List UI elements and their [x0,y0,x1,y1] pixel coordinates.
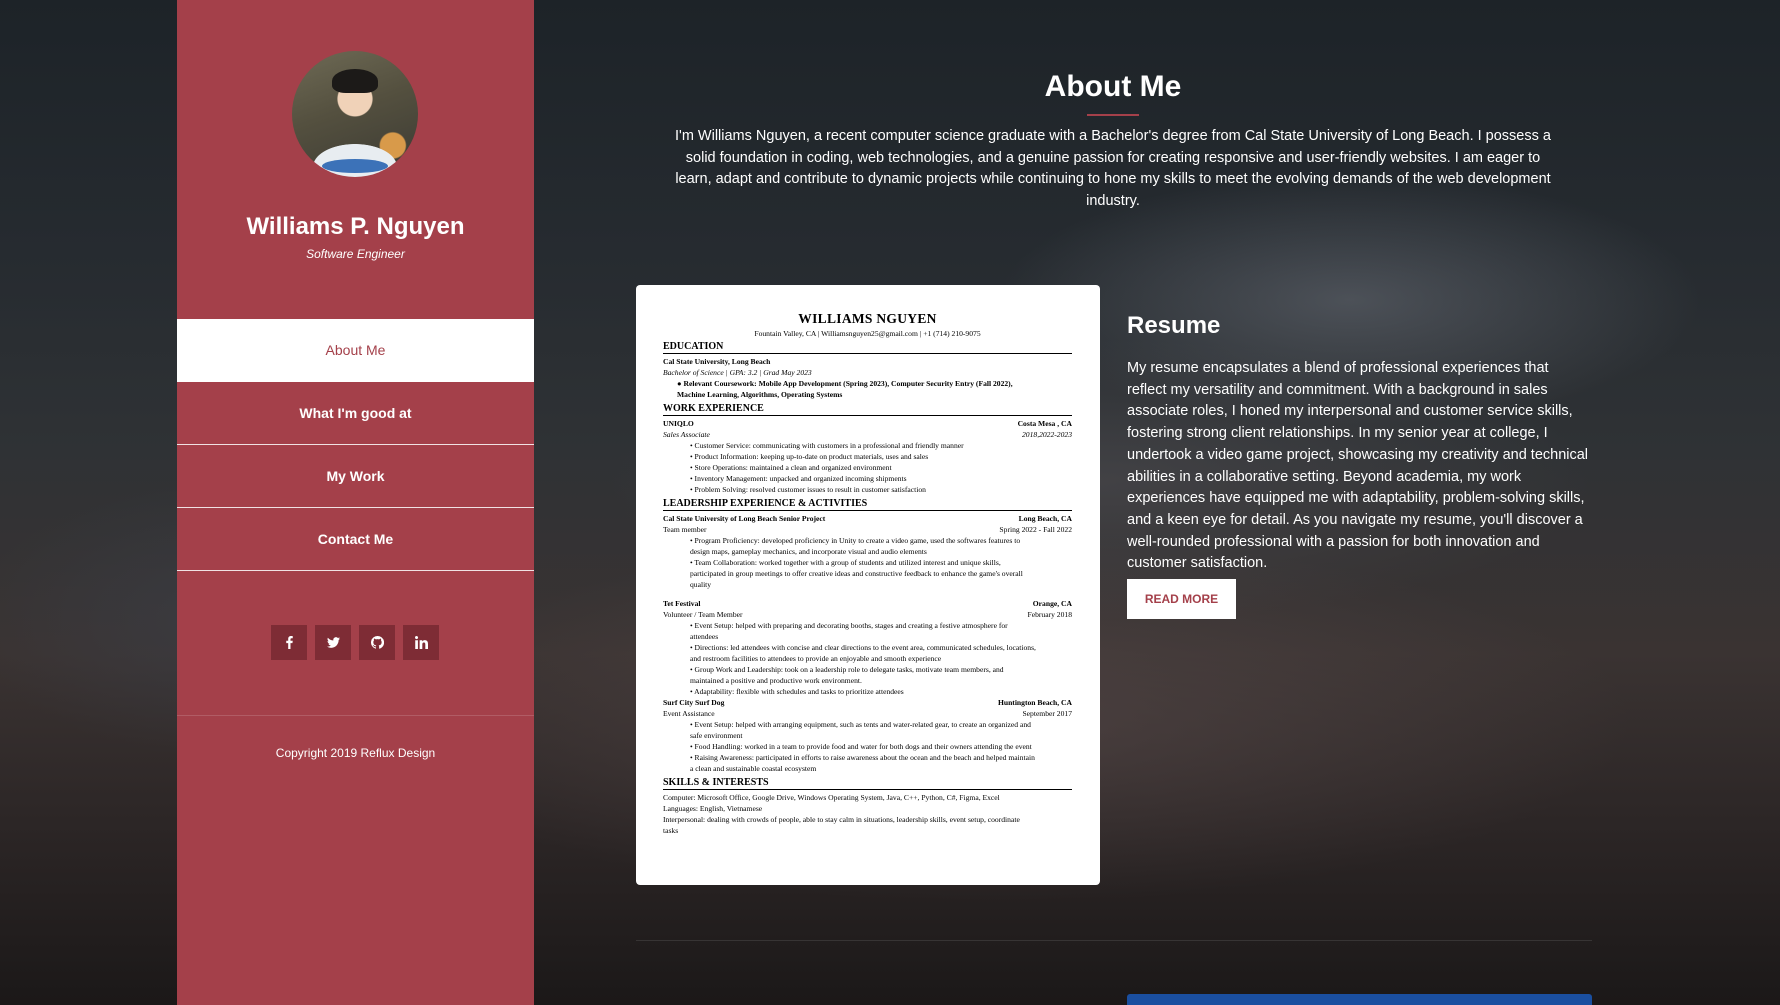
resume-doc-row: Cal State University of Long Beach Senio… [663,514,1072,523]
social-links [271,625,439,660]
resume-doc-line: • Program Proficiency: developed profici… [690,536,1021,545]
resume-doc-gap [663,590,1072,598]
resume-doc-line: • Event Setup: helped with preparing and… [690,621,1008,630]
resume-doc-line: Machine Learning, Algorithms, Operating … [677,390,843,399]
resume-doc-line: • Adaptability: flexible with schedules … [690,687,904,696]
resume-doc-line: • Inventory Management: unpacked and org… [690,474,907,483]
resume-doc-row: UNIQLO Costa Mesa , CA [663,419,1072,428]
resume-description: My resume encapsulates a blend of profes… [1127,360,1589,572]
resume-doc-line: • Raising Awareness: participated in eff… [690,753,1035,762]
resume-doc-row: Sales Associate 2018,2022-2023 [663,430,1072,439]
profile-name: Williams P. Nguyen [246,213,465,240]
resume-doc-line: Cal State University, Long Beach [663,357,771,366]
resume-doc-heading: EDUCATION [663,341,1072,354]
resume-doc-line: attendees [690,632,719,641]
avatar-plate [322,159,388,173]
resume-doc-row: Event Assistance September 2017 [663,709,1072,718]
resume-doc-row: Surf City Surf Dog Huntington Beach, CA [663,698,1072,707]
resume-doc-line: Computer: Microsoft Office, Google Drive… [663,793,1000,802]
resume-doc-line: design maps, gameplay mechanics, and inc… [690,547,927,556]
twitter-icon [326,637,340,648]
nav-item-contact-me[interactable]: Contact Me [177,508,534,571]
resume-doc-line: ● Relevant Coursework: Mobile App Develo… [677,379,1013,388]
linkedin-link[interactable] [403,625,439,660]
resume-doc-line: • Team Collaboration: worked together wi… [690,558,1001,567]
resume-doc-line: Bachelor of Science | GPA: 3.2 | Grad Ma… [663,368,812,377]
resume-doc-row: Team member Spring 2022 - Fall 2022 [663,525,1072,534]
resume-doc-name: WILLIAMS NGUYEN [798,311,937,326]
resume-doc-heading: WORK EXPERIENCE [663,403,1072,416]
resume-doc-line: and restroom facilities to attendees to … [690,654,942,663]
linkedin-icon [414,636,428,649]
section-title: About Me [1044,70,1182,103]
resume-heading: Resume [1127,312,1221,339]
resume-doc-line: maintained a positive and productive wor… [690,676,862,685]
resume-doc-line: participated in group meetings to offer … [690,569,1023,578]
resume-doc-line: • Store Operations: maintained a clean a… [690,463,892,472]
copyright-text: Copyright 2019 Reflux Design [275,746,436,760]
about-intro: I'm Williams Nguyen, a recent computer s… [675,128,1551,210]
sidebar-nav: About Me What I'm good at My Work Contac… [177,319,534,571]
nav-item-my-work[interactable]: My Work [177,445,534,508]
resume-doc-heading: LEADERSHIP EXPERIENCE & ACTIVITIES [663,498,1072,511]
twitter-link[interactable] [315,625,351,660]
resume-doc-line: safe environment [690,731,743,740]
avatar [292,51,418,177]
resume-preview[interactable]: WILLIAMS NGUYEN Fountain Valley, CA | Wi… [636,285,1100,885]
resume-doc-line: quality [690,580,712,589]
resume-doc-line: tasks [663,826,679,835]
resume-doc-contact: Fountain Valley, CA | Williamsnguyen25@g… [754,329,981,338]
github-link[interactable] [359,625,395,660]
avatar-hair [332,69,378,93]
next-section-card[interactable] [1127,994,1592,1005]
resume-doc-line: • Problem Solving: resolved customer iss… [690,485,926,494]
nav-item-what-im-good-at[interactable]: What I'm good at [177,382,534,445]
resume-doc-row: Tet Festival Orange, CA [663,599,1072,608]
profile-role: Software Engineer [306,247,405,261]
section-divider [636,940,1592,941]
resume-doc-line: Interpersonal: dealing with crowds of pe… [663,815,1020,824]
resume-doc-line: Languages: English, Vietnamese [663,804,763,813]
sidebar: Williams P. Nguyen Software Engineer Abo… [177,0,534,1005]
resume-doc-line: • Customer Service: communicating with c… [690,441,964,450]
resume-doc-line: a clean and sustainable coastal ecosyste… [690,764,817,773]
resume-doc-line: • Food Handling: worked in a team to pro… [690,742,1032,751]
nav-item-about-me[interactable]: About Me [177,319,534,382]
facebook-icon [285,636,293,649]
github-icon [370,636,384,649]
sidebar-divider [177,715,534,716]
resume-doc-heading: SKILLS & INTERESTS [663,777,1072,790]
resume-doc-line: • Group Work and Leadership: took on a l… [690,665,1004,674]
resume-doc-line: • Directions: led attendees with concise… [690,643,1036,652]
resume-doc-line: • Event Setup: helped with arranging equ… [690,720,1031,729]
read-more-button[interactable]: READ MORE [1127,579,1236,619]
resume-doc-row: Volunteer / Team Member February 2018 [663,610,1072,619]
resume-doc-line: • Product Information: keeping up-to-dat… [690,452,929,461]
facebook-link[interactable] [271,625,307,660]
title-underline [1087,114,1139,116]
